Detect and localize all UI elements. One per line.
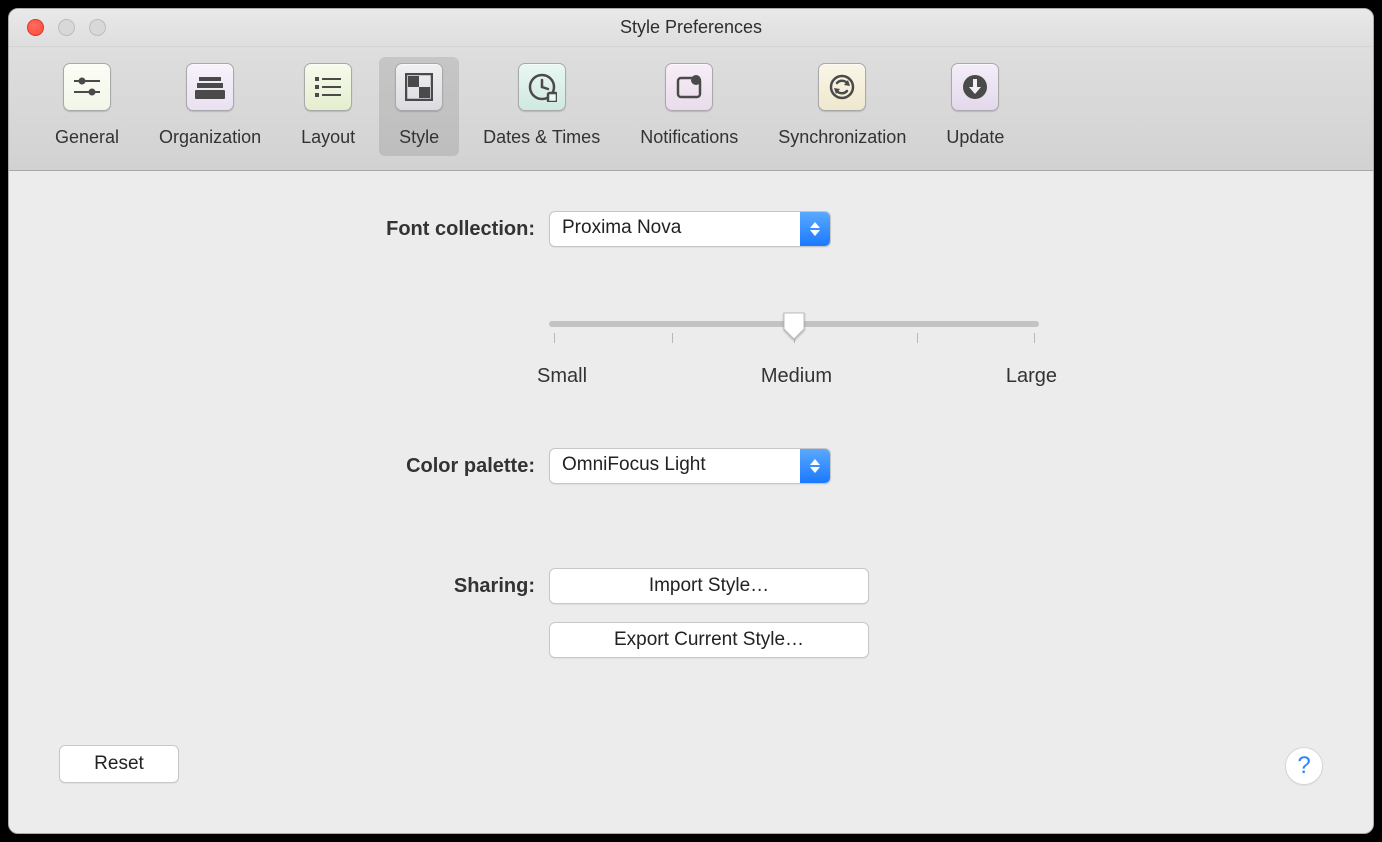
toolbar: General Organization Layout Style Dates xyxy=(9,47,1373,171)
tab-label: Organization xyxy=(159,127,261,148)
stepper-arrows-icon xyxy=(800,449,830,483)
titlebar[interactable]: Style Preferences xyxy=(9,9,1373,47)
layout-icon xyxy=(304,63,352,111)
import-style-button[interactable]: Import Style… xyxy=(549,568,869,604)
font-collection-popup[interactable]: Proxima Nova xyxy=(549,211,831,247)
clock-icon xyxy=(518,63,566,111)
window-title: Style Preferences xyxy=(9,17,1373,38)
tab-style[interactable]: Style xyxy=(379,57,459,156)
stepper-arrows-icon xyxy=(800,212,830,246)
color-palette-row: Color palette: OmniFocus Light xyxy=(9,448,1373,484)
export-style-label: Export Current Style… xyxy=(614,629,804,651)
tab-organization[interactable]: Organization xyxy=(143,57,277,156)
sharing-label: Sharing: xyxy=(9,575,549,598)
close-icon[interactable] xyxy=(27,19,44,36)
tab-label: Dates & Times xyxy=(483,127,600,148)
help-button[interactable]: ? xyxy=(1285,747,1323,785)
slider-label-small: Small xyxy=(537,365,587,388)
reset-label: Reset xyxy=(94,753,144,775)
preferences-window: Style Preferences General Organization L… xyxy=(8,8,1374,834)
style-icon xyxy=(395,63,443,111)
font-collection-row: Font collection: Proxima Nova xyxy=(9,211,1373,247)
slider-thumb-icon[interactable] xyxy=(782,311,806,341)
sync-icon xyxy=(818,63,866,111)
help-icon: ? xyxy=(1297,752,1310,780)
tab-update[interactable]: Update xyxy=(930,57,1020,156)
color-palette-label: Color palette: xyxy=(9,455,549,478)
content-pane: Font collection: Proxima Nova xyxy=(9,171,1373,833)
tab-general[interactable]: General xyxy=(39,57,135,156)
font-size-slider[interactable]: Small Medium Large xyxy=(549,271,1039,388)
export-style-button[interactable]: Export Current Style… xyxy=(549,622,869,658)
color-palette-value: OmniFocus Light xyxy=(550,449,800,483)
tab-label: Layout xyxy=(301,127,355,148)
notifications-icon xyxy=(665,63,713,111)
font-collection-label: Font collection: xyxy=(9,218,549,241)
tab-label: Notifications xyxy=(640,127,738,148)
tab-dates-times[interactable]: Dates & Times xyxy=(467,57,616,156)
tab-layout[interactable]: Layout xyxy=(285,57,371,156)
tab-label: Update xyxy=(946,127,1004,148)
minimize-icon[interactable] xyxy=(58,19,75,36)
color-palette-popup[interactable]: OmniFocus Light xyxy=(549,448,831,484)
tab-synchronization[interactable]: Synchronization xyxy=(762,57,922,156)
font-collection-value: Proxima Nova xyxy=(550,212,800,246)
general-icon xyxy=(63,63,111,111)
slider-label-medium: Medium xyxy=(761,365,832,388)
tab-notifications[interactable]: Notifications xyxy=(624,57,754,156)
slider-label-large: Large xyxy=(1006,365,1057,388)
download-icon xyxy=(951,63,999,111)
reset-button[interactable]: Reset xyxy=(59,745,179,783)
sharing-export-row: Export Current Style… xyxy=(9,622,1373,658)
tab-label: Synchronization xyxy=(778,127,906,148)
traffic-lights xyxy=(9,19,106,36)
tab-label: Style xyxy=(399,127,439,148)
organization-icon xyxy=(186,63,234,111)
tab-label: General xyxy=(55,127,119,148)
sharing-row: Sharing: Import Style… xyxy=(9,568,1373,604)
import-style-label: Import Style… xyxy=(649,575,769,597)
zoom-icon[interactable] xyxy=(89,19,106,36)
